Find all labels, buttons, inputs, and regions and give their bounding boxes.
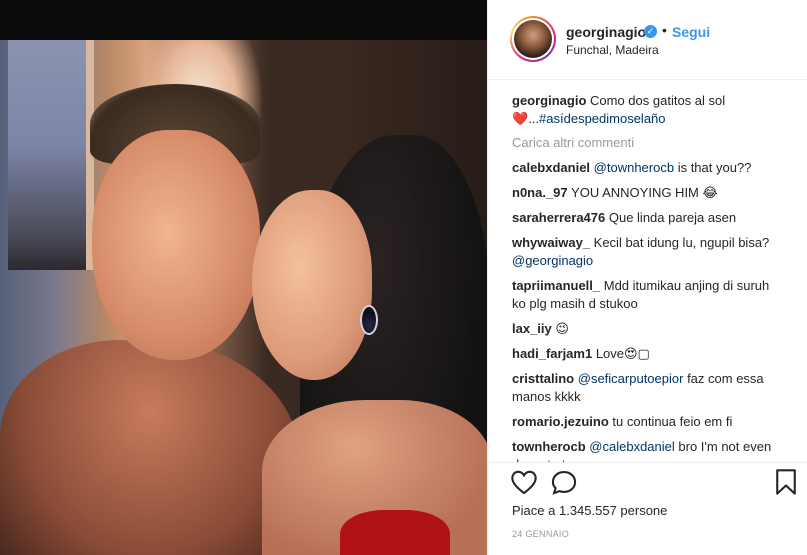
- comment-mention[interactable]: @calebxdaniel: [589, 439, 674, 454]
- post-header: georginagio ✓ • Segui Funchal, Madeira: [488, 0, 807, 80]
- comment-username[interactable]: whywaiway_: [512, 235, 590, 250]
- load-more-comments-button[interactable]: Carica altri commenti: [512, 135, 786, 150]
- comment-item: saraherrera476 Que linda pareja asen: [512, 209, 786, 227]
- comment-username[interactable]: romario.jezuino: [512, 414, 609, 429]
- comment-text: tu continua feio em fi: [608, 414, 733, 429]
- comment-text: Que linda pareja asen: [605, 210, 737, 225]
- comment-username[interactable]: tapriimanuell_: [512, 278, 600, 293]
- comment-item: townherocb @calebxdaniel bro I'm not eve…: [512, 438, 786, 462]
- avatar-image: [514, 20, 552, 58]
- caption-ellipsis: ...: [528, 111, 540, 126]
- post-side-panel: georginagio ✓ • Segui Funchal, Madeira g…: [487, 0, 807, 555]
- comment-item: n0na._97 YOU ANNOYING HIM 😂: [512, 184, 786, 202]
- comment-mention[interactable]: @townherocb: [594, 160, 674, 175]
- comment-item: hadi_farjam1 Love😍▢: [512, 345, 786, 363]
- caption-username[interactable]: georginagio: [512, 93, 586, 108]
- comment-username[interactable]: n0na._97: [512, 185, 568, 200]
- photo-top-bar: [0, 0, 487, 40]
- comment-text: is that you??: [674, 160, 752, 175]
- comment-username[interactable]: townherocb: [512, 439, 586, 454]
- photo-window: [8, 40, 94, 270]
- comment-text: Kecil bat idung lu, ngupil bisa?: [590, 235, 770, 250]
- bookmark-icon[interactable]: [774, 468, 798, 496]
- follow-button[interactable]: Segui: [672, 24, 710, 40]
- caption: georginagio Como dos gatitos al sol ❤️..…: [512, 92, 786, 128]
- comment-bubble-icon[interactable]: [550, 469, 578, 495]
- photo-dress: [340, 510, 450, 555]
- comment-item: tapriimanuell_ Mdd itumikau anjing di su…: [512, 277, 786, 313]
- comment-username[interactable]: cristtalino: [512, 371, 574, 386]
- header-separator: •: [662, 22, 667, 38]
- comment-item: whywaiway_ Kecil bat idung lu, ngupil bi…: [512, 234, 786, 270]
- comment-item: romario.jezuino tu continua feio em fi: [512, 413, 786, 431]
- post-username[interactable]: georginagio: [566, 24, 646, 40]
- avatar[interactable]: [510, 16, 556, 62]
- comment-item: calebxdaniel @townherocb is that you??: [512, 159, 786, 177]
- comment-username[interactable]: hadi_farjam1: [512, 346, 592, 361]
- post-date[interactable]: 24 GENNAIO: [512, 529, 569, 539]
- comment-item: cristtalino @seficarputoepior faz com es…: [512, 370, 786, 406]
- post-location[interactable]: Funchal, Madeira: [566, 43, 659, 57]
- comment-item: lax_iiy 😉: [512, 320, 786, 338]
- comment-username[interactable]: saraherrera476: [512, 210, 605, 225]
- caption-hashtag[interactable]: #asídespedimoselaño: [539, 111, 665, 126]
- photo-person-left-face: [92, 130, 260, 360]
- post-photo[interactable]: [0, 40, 487, 555]
- comment-text: 😉: [551, 321, 569, 336]
- comment-text: YOU ANNOYING HIM 😂: [567, 185, 718, 200]
- likes-count[interactable]: Piace a 1.345.557 persone: [512, 503, 667, 518]
- comments-list[interactable]: georginagio Como dos gatitos al sol ❤️..…: [488, 80, 807, 462]
- comment-username[interactable]: calebxdaniel: [512, 160, 590, 175]
- heart-icon[interactable]: [510, 469, 538, 495]
- comment-text: Love😍▢: [592, 346, 650, 361]
- verified-badge-icon: ✓: [644, 25, 657, 38]
- post-actions: [488, 463, 807, 503]
- caption-emoji: ❤️: [512, 111, 529, 126]
- photo-person-right-face: [252, 190, 372, 380]
- photo-earring: [360, 305, 378, 335]
- comment-username[interactable]: lax_iiy: [512, 321, 552, 336]
- comment-mention[interactable]: @georginagio: [512, 253, 593, 268]
- caption-text: Como dos gatitos al sol: [590, 93, 726, 108]
- comment-mention[interactable]: @seficarputoepior: [578, 371, 684, 386]
